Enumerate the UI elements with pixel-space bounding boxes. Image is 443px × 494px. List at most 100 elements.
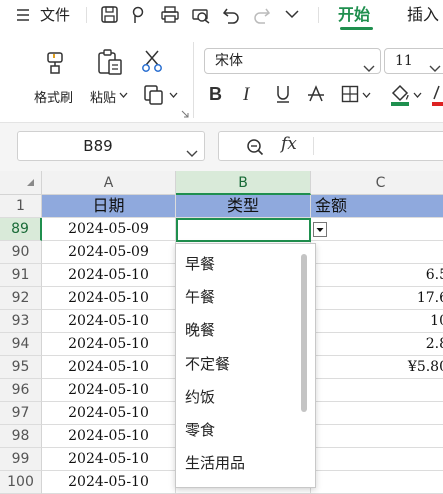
print-icon[interactable] (160, 5, 180, 24)
tab-insert[interactable]: 插入 (407, 0, 439, 30)
dropdown-scrollbar[interactable] (301, 254, 307, 412)
font-color-icon[interactable] (432, 83, 443, 107)
cell-c[interactable] (311, 425, 443, 448)
row-header[interactable]: 98 (0, 425, 42, 448)
row-header[interactable]: 97 (0, 402, 42, 425)
row-header[interactable]: 100 (0, 471, 42, 494)
cell-a[interactable]: 2024-05-09 (42, 241, 176, 264)
print-preview-icon[interactable] (191, 5, 211, 24)
zoom-formula-icon[interactable] (246, 138, 264, 156)
cell-c[interactable] (311, 379, 443, 402)
cell-c[interactable]: 10 (311, 310, 443, 333)
cell-a[interactable]: 2024-05-10 (42, 471, 176, 494)
cell-c[interactable]: 2.8 (311, 333, 443, 356)
cell-c[interactable] (311, 402, 443, 425)
selected-cell-b89[interactable] (176, 218, 311, 242)
dropdown-option[interactable]: 早餐 (185, 254, 215, 274)
dropdown-option[interactable]: 不定餐 (185, 354, 230, 374)
font-name-value: 宋体 (215, 53, 243, 69)
header-cell-b[interactable]: 类型 (176, 195, 311, 218)
font-name-combo[interactable]: 宋体 (204, 48, 381, 74)
cell-a[interactable]: 2024-05-10 (42, 310, 176, 333)
font-name-chevron-icon[interactable] (363, 58, 375, 77)
row-header[interactable]: 92 (0, 287, 42, 310)
ribbon-toolbar: 格式刷 粘贴 宋体 11 B I (0, 30, 443, 122)
row-header[interactable]: 99 (0, 448, 42, 471)
formula-input[interactable]: fx (218, 131, 443, 161)
paste-dropdown-icon[interactable] (119, 92, 128, 98)
column-header-b[interactable]: B (176, 171, 311, 195)
row-header[interactable]: 91 (0, 264, 42, 287)
cell-c[interactable] (311, 241, 443, 264)
cell-a[interactable]: 2024-05-10 (42, 264, 176, 287)
borders-dropdown-icon[interactable] (362, 92, 371, 98)
italic-icon[interactable]: I (241, 84, 257, 104)
undo-icon[interactable] (222, 5, 240, 24)
format-painter-label[interactable]: 格式刷 (34, 87, 73, 106)
more-chevron-icon[interactable] (285, 9, 299, 19)
header-cell-a[interactable]: 日期 (42, 195, 176, 218)
name-box-chevron-icon[interactable] (186, 143, 198, 162)
hamburger-menu-icon[interactable] (16, 8, 30, 22)
bold-icon[interactable]: B (208, 84, 224, 104)
dropdown-option[interactable]: 午餐 (185, 287, 215, 307)
font-size-chevron-icon[interactable] (429, 58, 441, 77)
cell-c[interactable]: 17.6 (311, 287, 443, 310)
cell-a[interactable]: 2024-05-10 (42, 425, 176, 448)
column-header-a[interactable]: A (42, 171, 176, 195)
svg-text:I: I (242, 84, 251, 104)
row-header[interactable]: 89 (0, 218, 42, 241)
save-icon[interactable] (100, 5, 119, 24)
row-header[interactable]: 93 (0, 310, 42, 333)
paste-label[interactable]: 粘贴 (90, 87, 116, 106)
dropdown-option[interactable]: 约饭 (185, 387, 215, 407)
svg-text:B: B (209, 84, 222, 104)
cell-a[interactable]: 2024-05-10 (42, 379, 176, 402)
row-header[interactable]: 1 (0, 195, 42, 218)
cell-c[interactable] (311, 448, 443, 471)
validation-dropdown-list: 早餐 午餐 晚餐 不定餐 约饭 零食 生活用品 (175, 243, 316, 488)
cut-icon[interactable] (141, 49, 163, 73)
dropdown-option[interactable]: 零食 (185, 420, 215, 440)
select-all-corner[interactable] (0, 171, 42, 195)
paste-icon[interactable] (96, 48, 124, 76)
header-cell-c[interactable]: 金额 (311, 195, 443, 218)
borders-icon[interactable] (341, 85, 359, 103)
fill-color-dropdown-icon[interactable] (413, 92, 422, 98)
dropdown-option[interactable]: 生活用品 (185, 453, 245, 473)
name-box[interactable]: B89 (17, 131, 205, 161)
cell-a[interactable]: 2024-05-10 (42, 287, 176, 310)
copy-dropdown-icon[interactable] (169, 92, 178, 98)
dropdown-toggle-button[interactable] (313, 222, 327, 237)
cell-c[interactable] (311, 471, 443, 494)
format-painter-icon[interactable] (42, 50, 68, 76)
file-menu[interactable]: 文件 (40, 0, 70, 30)
font-size-combo[interactable]: 11 (384, 48, 443, 74)
row-header[interactable]: 90 (0, 241, 42, 264)
fill-color-icon[interactable] (389, 83, 411, 107)
tab-home[interactable]: 开始 (338, 0, 370, 30)
cell-a[interactable]: 2024-05-10 (42, 333, 176, 356)
cell-a[interactable]: 2024-05-10 (42, 356, 176, 379)
cell-c[interactable]: ¥5.80 (311, 356, 443, 379)
cell-a[interactable]: 2024-05-09 (42, 218, 176, 241)
column-header-c[interactable]: C (311, 171, 443, 195)
row-header[interactable]: 96 (0, 379, 42, 402)
strikethrough-icon[interactable] (307, 84, 325, 104)
cell-a[interactable]: 2024-05-10 (42, 402, 176, 425)
dropdown-option[interactable]: 晚餐 (185, 320, 215, 340)
export-pdf-icon[interactable] (130, 5, 149, 24)
name-box-value: B89 (83, 137, 113, 155)
underline-icon[interactable] (274, 84, 292, 104)
cell-c[interactable] (311, 218, 443, 241)
cell-c[interactable]: 6.5 (311, 264, 443, 287)
cell-a[interactable]: 2024-05-10 (42, 448, 176, 471)
menu-bar: 文件 开始 插入 (0, 0, 443, 30)
row-header[interactable]: 94 (0, 333, 42, 356)
insert-function-icon[interactable]: fx (281, 134, 297, 154)
redo-icon[interactable] (253, 5, 271, 24)
row-header[interactable]: 95 (0, 356, 42, 379)
copy-icon[interactable] (143, 84, 165, 106)
clipboard-launcher-icon[interactable] (181, 110, 189, 118)
font-size-value: 11 (395, 53, 413, 69)
